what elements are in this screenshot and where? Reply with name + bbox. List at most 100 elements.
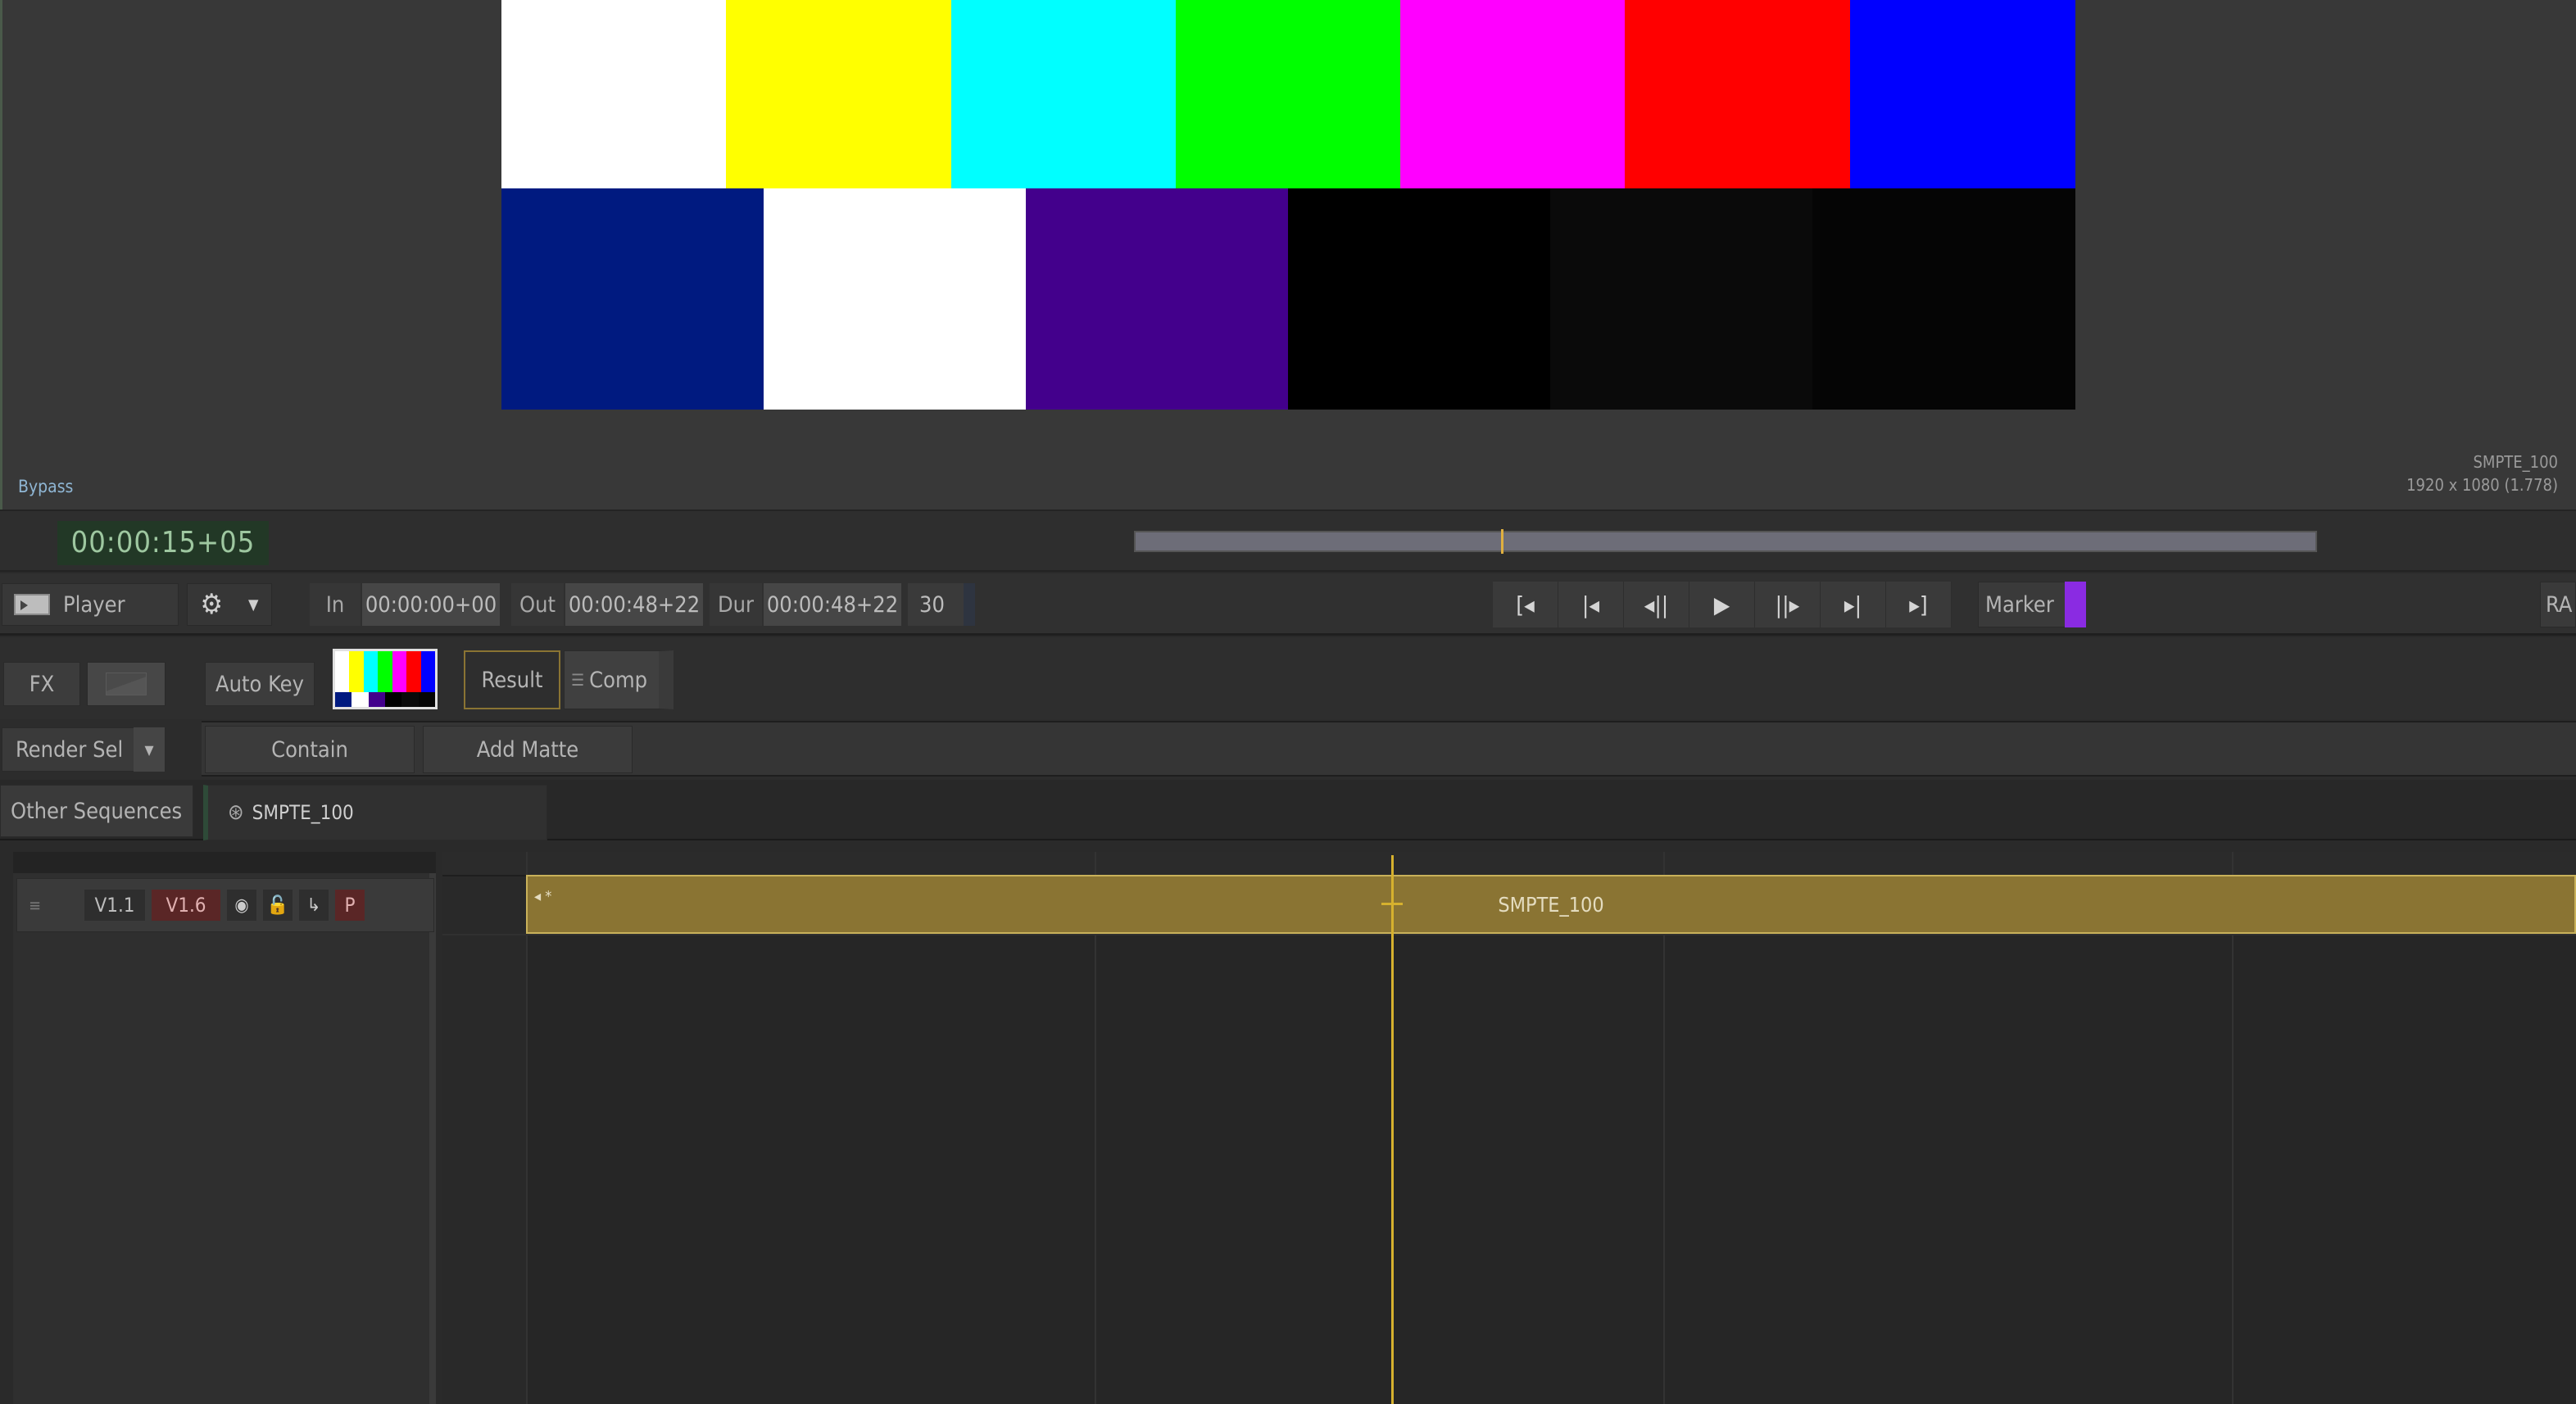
monitor-icon (14, 594, 50, 615)
thumb-bar-bottom (385, 692, 403, 707)
thumb-bar-bottom (401, 692, 420, 707)
patch-icon[interactable]: ↳ (299, 890, 329, 921)
thumb-bar-top (378, 651, 393, 692)
auto-key-button[interactable]: Auto Key (205, 662, 315, 706)
step-back-icon: ◂|| (1644, 591, 1669, 618)
thumb-bar-top (392, 651, 408, 692)
matte-view-button[interactable] (87, 662, 166, 706)
clip-thumbnail[interactable] (333, 649, 438, 709)
result-button[interactable]: Result (464, 650, 560, 709)
fps-field[interactable]: 30 (908, 583, 975, 626)
color-bar-top (950, 0, 1177, 188)
chevron-down-icon: ▼ (248, 596, 259, 614)
color-bar-top (1625, 0, 1851, 188)
color-bar-bottom (501, 188, 764, 410)
clip-info: SMPTE_100 1920 x 1080 (1.778) (2406, 451, 2558, 496)
marker-label: Marker (1985, 591, 2054, 618)
track-header-panel (13, 852, 436, 1404)
tab-smpte-100[interactable]: ⊛ SMPTE_100 (203, 785, 547, 840)
next-edit-button[interactable]: ▸| (1821, 582, 1886, 627)
in-label: In (310, 583, 361, 626)
render-sel-label: Render Sel (16, 736, 124, 763)
color-bar-top (1849, 0, 2075, 188)
timeline-head-gutter (442, 876, 526, 1404)
sequence-tab-label: SMPTE_100 (252, 801, 354, 824)
out-timecode-field[interactable]: 00:00:48+22 (565, 583, 703, 626)
scrub-bar[interactable] (1134, 531, 2317, 552)
current-timecode[interactable]: 00:00:15+05 (57, 521, 269, 565)
bypass-label[interactable]: Bypass (18, 477, 73, 496)
thumb-bar-top (406, 651, 422, 692)
thumb-bar-top (420, 651, 435, 692)
out-label: Out (511, 583, 564, 626)
thumb-bar-top (349, 651, 365, 692)
duration-field[interactable]: 00:00:48+22 (764, 583, 901, 626)
color-bar-top (1175, 0, 1402, 188)
step-forward-button[interactable]: ||▸ (1755, 582, 1821, 627)
skip-back-icon: |◂ (1581, 591, 1600, 618)
drag-handle-icon[interactable]: ≡ (29, 895, 61, 915)
thumb-bar-top (335, 651, 351, 692)
color-bar-top (1400, 0, 1626, 188)
color-bar-bottom (1550, 188, 1813, 410)
fx-button[interactable]: FX (3, 662, 80, 706)
track-header-v1[interactable]: ≡ V1.1 V1.6 ◉ 🔓 ↳ P (16, 878, 434, 932)
gear-icon: ⚙ (200, 588, 223, 621)
timeline-playhead[interactable] (1391, 855, 1394, 1404)
go-to-out-button[interactable]: ▸] (1886, 582, 1952, 627)
smpte-color-bars (501, 0, 2075, 410)
step-back-button[interactable]: ◂|| (1624, 582, 1689, 627)
render-sel-dropdown[interactable]: Render Sel ▼ (2, 727, 166, 772)
go-to-in-icon: [◂ (1516, 591, 1535, 618)
thumb-bar-bottom (351, 692, 370, 707)
go-to-out-icon: ▸] (1909, 591, 1928, 618)
thumb-bar-top (363, 651, 379, 692)
ra-button[interactable]: RA (2540, 582, 2576, 627)
priority-button[interactable]: P (335, 890, 365, 921)
clip-label: SMPTE_100 (1498, 892, 1604, 917)
clip-resolution: 1920 x 1080 (1.778) (2406, 475, 2558, 495)
clip-start-marker: ◂ * (534, 888, 552, 905)
color-bar-top (726, 0, 952, 188)
clip-modified-marker: * (545, 888, 552, 905)
thumb-bar-bottom (418, 692, 435, 707)
lock-icon[interactable]: 🔓 (263, 890, 293, 921)
clip-name: SMPTE_100 (2473, 452, 2559, 472)
color-bar-bottom (1288, 188, 1551, 410)
player-settings-button[interactable]: ⚙ ▼ (187, 583, 272, 626)
marker-color-swatch[interactable] (2065, 582, 2086, 627)
scrub-playhead[interactable] (1500, 529, 1503, 554)
play-icon: ▶ (1713, 591, 1730, 618)
destination-track-label[interactable]: V1.6 (152, 890, 220, 921)
in-timecode-field[interactable]: 00:00:00+00 (362, 583, 500, 626)
dur-label: Dur (710, 583, 762, 626)
timeline-clip[interactable]: ◂ * SMPTE_100 (526, 875, 2576, 934)
skip-forward-icon: ▸| (1844, 591, 1862, 618)
chevron-down-icon: ▼ (134, 727, 165, 772)
step-forward-icon: ||▸ (1775, 591, 1800, 618)
player-mode-label: Player (63, 591, 125, 618)
thumb-bar-bottom (335, 692, 353, 707)
list-icon: ☰ (571, 670, 585, 690)
comp-label: Comp (589, 667, 648, 693)
track-divider (442, 934, 2576, 935)
color-bar-bottom (1812, 188, 2075, 410)
track-header-top (13, 852, 436, 873)
timeline-ruler[interactable] (442, 852, 2576, 876)
tab-other-sequences[interactable]: Other Sequences (0, 785, 193, 837)
color-bar-bottom (764, 188, 1027, 410)
color-bar-top (501, 0, 728, 188)
previous-edit-button[interactable]: |◂ (1558, 582, 1624, 627)
contain-button[interactable]: Contain (205, 726, 415, 773)
matte-icon (106, 673, 147, 695)
thumb-bar-bottom (368, 692, 386, 707)
eye-icon[interactable]: ◉ (227, 890, 256, 921)
comp-button[interactable]: ☰ Comp (564, 650, 673, 709)
play-button[interactable]: ▶ (1689, 582, 1755, 627)
color-bar-bottom (1026, 188, 1289, 410)
sequence-icon: ⊛ (228, 800, 244, 825)
player-mode-button[interactable]: Player (2, 583, 179, 626)
add-matte-button[interactable]: Add Matte (423, 726, 633, 773)
source-track-label[interactable]: V1.1 (84, 890, 145, 921)
go-to-in-button[interactable]: [◂ (1493, 582, 1558, 627)
